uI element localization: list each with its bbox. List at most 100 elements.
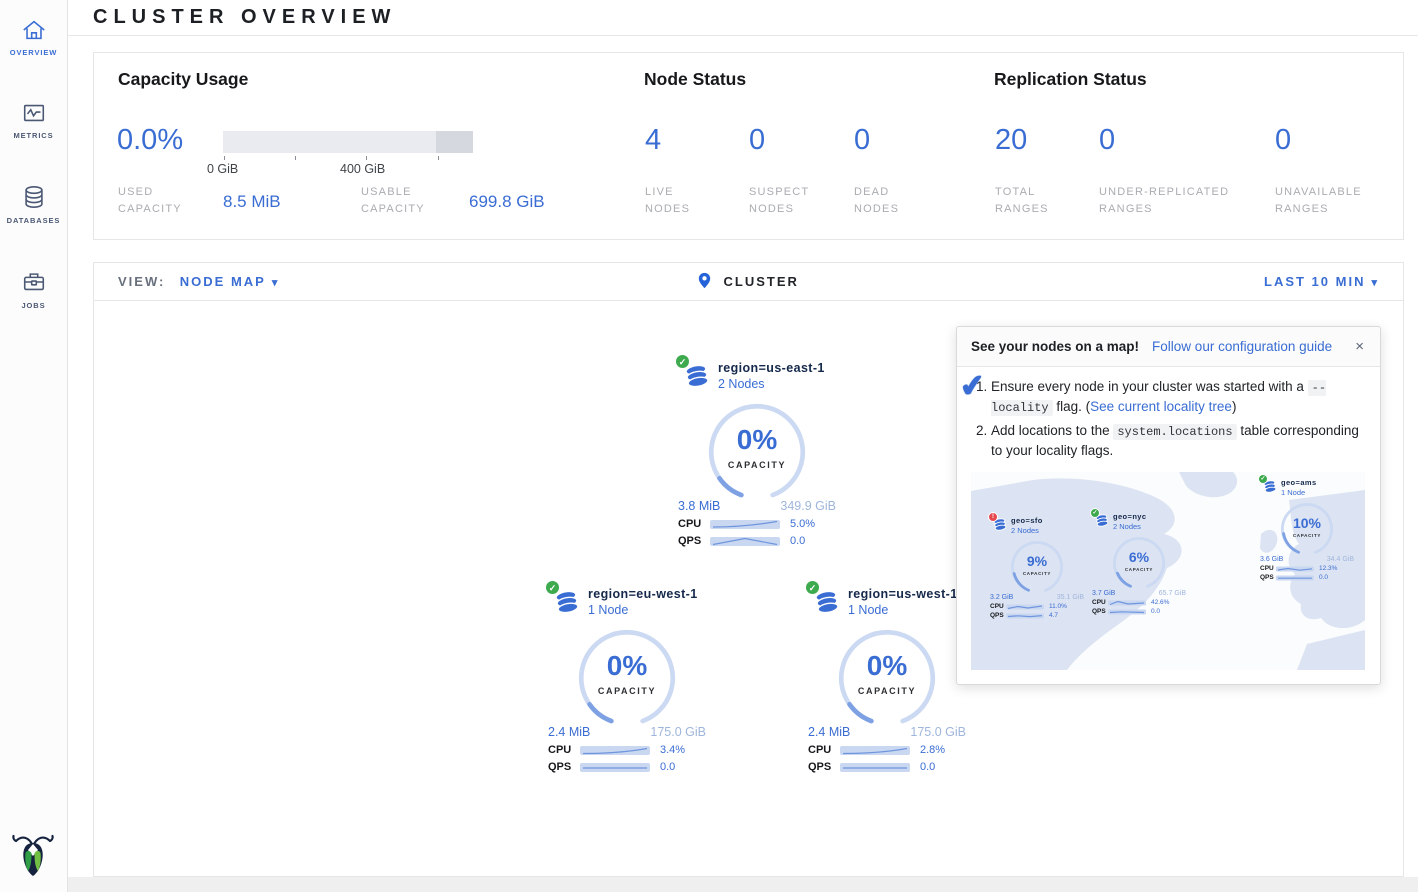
qps-value: 0.0 <box>920 761 935 773</box>
region-name: region=us-east-1 <box>718 361 825 375</box>
locality-tree-link[interactable]: See current locality tree <box>1090 399 1232 414</box>
axis-tick <box>224 156 225 160</box>
unavailable-ranges-label: UNAVAILABLE RANGES <box>1275 184 1395 218</box>
popup-title: See your nodes on a map! <box>971 339 1139 354</box>
region-card-eu-west-1[interactable]: ✓ region=eu-west-1 1 Node 0% <box>542 587 712 773</box>
capacity-gauge: 0% CAPACITY <box>705 400 809 505</box>
mini-cluster-header: ! geo=sfo 2 Nodes <box>993 516 1089 538</box>
cockroachdb-logo <box>12 833 54 882</box>
node-stack-icon: ! <box>993 516 1007 538</box>
page-background <box>68 877 1418 892</box>
page-title: CLUSTER OVERVIEW <box>68 0 1418 29</box>
capacity-percent: 0% <box>835 650 939 682</box>
capacity-bar-usable-segment <box>223 131 436 153</box>
sidebar-item-overview[interactable]: OVERVIEW <box>0 14 67 63</box>
unavailable-ranges-value: 0 <box>1275 124 1291 157</box>
configuration-guide-link[interactable]: Follow our configuration guide <box>1152 339 1332 354</box>
node-stack-icon: ✓ <box>1095 512 1109 534</box>
code-system-locations: system.locations <box>1113 424 1236 440</box>
popup-header: See your nodes on a map! Follow our conf… <box>957 327 1380 367</box>
cluster-name: geo=ams <box>1281 478 1317 487</box>
axis-tick <box>295 156 296 160</box>
cluster-name: geo=sfo <box>1011 516 1043 525</box>
qps-label: QPS <box>1260 574 1276 581</box>
cluster-nodes: 2 Nodes <box>1011 526 1043 535</box>
capacity-percent: 10% <box>1279 515 1335 531</box>
setup-step-1: Ensure every node in your cluster was st… <box>991 377 1366 418</box>
capacity-percent: 0% <box>575 650 679 682</box>
breadcrumb-cluster: CLUSTER <box>724 274 799 289</box>
sidebar-item-label: JOBS <box>0 301 67 310</box>
alert-badge-icon: ! <box>988 512 998 522</box>
capacity-bar <box>223 131 473 153</box>
qps-sparkline <box>1006 613 1044 619</box>
example-cluster-nyc: ✓ geo=nyc 2 Nodes 6% <box>1087 512 1191 615</box>
node-stack-icon: ✓ <box>684 361 710 396</box>
metrics-icon <box>0 101 67 125</box>
used-capacity-value: 8.5 MiB <box>223 192 281 212</box>
step-text: Add locations to the <box>991 423 1113 438</box>
live-nodes-value: 4 <box>645 124 661 157</box>
sidebar: OVERVIEW METRICS DATABASES JOBS <box>0 0 68 892</box>
step-text: Ensure every node in your cluster was st… <box>991 379 1308 394</box>
axis-tick <box>438 156 439 160</box>
node-stack-icon: ✓ <box>814 587 840 622</box>
region-nodes-link[interactable]: 2 Nodes <box>718 377 825 391</box>
database-icon <box>0 184 67 210</box>
qps-label: QPS <box>1092 608 1108 615</box>
capacity-gauge-label: CAPACITY <box>1009 571 1065 576</box>
node-map-canvas: ✓ region=us-east-1 2 Nodes 0 <box>94 301 1403 876</box>
healthy-badge-icon: ✓ <box>1258 474 1268 484</box>
usable-capacity-value: 699.8 GiB <box>469 192 545 212</box>
under-replicated-ranges-value: 0 <box>1099 124 1115 157</box>
cpu-sparkline <box>840 745 910 756</box>
region-nodes-link[interactable]: 1 Node <box>588 603 698 617</box>
region-card-us-west-1[interactable]: ✓ region=us-west-1 1 Node 0% <box>802 587 972 773</box>
region-card-us-east-1[interactable]: ✓ region=us-east-1 2 Nodes 0 <box>672 361 842 547</box>
capacity-gauge-label: CAPACITY <box>835 686 939 696</box>
healthy-badge-icon: ✓ <box>1090 508 1100 518</box>
cpu-sparkline <box>1276 566 1314 572</box>
sidebar-item-metrics[interactable]: METRICS <box>0 97 67 146</box>
node-map-setup-popup: See your nodes on a map! Follow our conf… <box>956 326 1381 685</box>
cpu-value: 42.6% <box>1151 599 1169 606</box>
live-nodes-label: LIVE NODES <box>645 184 720 218</box>
popup-body: ✔ Ensure every node in your cluster was … <box>957 367 1380 466</box>
node-status-title: Node Status <box>644 69 746 90</box>
cpu-sparkline <box>580 745 650 756</box>
suspect-nodes-value: 0 <box>749 124 765 157</box>
healthy-badge-icon: ✓ <box>675 354 690 369</box>
cpu-value: 12.3% <box>1319 565 1337 572</box>
cpu-label: CPU <box>548 744 580 756</box>
cpu-value: 11.0% <box>1049 603 1067 610</box>
capacity-tick-0: 0 GiB <box>207 162 238 176</box>
setup-step-2: Add locations to the system.locations ta… <box>991 421 1366 462</box>
location-pin-icon <box>698 276 715 293</box>
sidebar-item-label: OVERVIEW <box>0 48 67 57</box>
mini-cluster-header: ✓ geo=nyc 2 Nodes <box>1095 512 1191 534</box>
capacity-percent: 0% <box>705 424 809 456</box>
sidebar-item-databases[interactable]: DATABASES <box>0 180 67 231</box>
capacity-gauge: 0% CAPACITY <box>575 626 679 731</box>
example-map-image: ! geo=sfo 2 Nodes 9% <box>971 472 1365 670</box>
close-icon[interactable]: × <box>1353 338 1366 355</box>
capacity-gauge: 0% CAPACITY <box>835 626 939 731</box>
qps-value: 0.0 <box>660 761 675 773</box>
title-bar: CLUSTER OVERVIEW <box>68 0 1418 36</box>
node-stack-icon: ✓ <box>1263 478 1277 500</box>
capacity-gauge-label: CAPACITY <box>1111 567 1167 572</box>
view-header: VIEW: NODE MAP▾ CLUSTER LAST 10 MIN▾ <box>94 263 1403 301</box>
cpu-label: CPU <box>808 744 840 756</box>
qps-sparkline <box>580 762 650 773</box>
cluster-nodes: 1 Node <box>1281 488 1317 497</box>
time-range-selector[interactable]: LAST 10 MIN▾ <box>1264 274 1379 289</box>
node-stack-icon: ✓ <box>554 587 580 622</box>
capacity-gauge: 10% CAPACITY <box>1279 501 1335 560</box>
capacity-gauge: 6% CAPACITY <box>1111 535 1167 594</box>
region-nodes-link[interactable]: 1 Node <box>848 603 958 617</box>
capacity-percent: 6% <box>1111 549 1167 565</box>
sidebar-item-jobs[interactable]: JOBS <box>0 265 67 316</box>
sidebar-item-label: METRICS <box>0 131 67 140</box>
home-icon <box>0 18 67 42</box>
total-ranges-value: 20 <box>995 124 1027 157</box>
